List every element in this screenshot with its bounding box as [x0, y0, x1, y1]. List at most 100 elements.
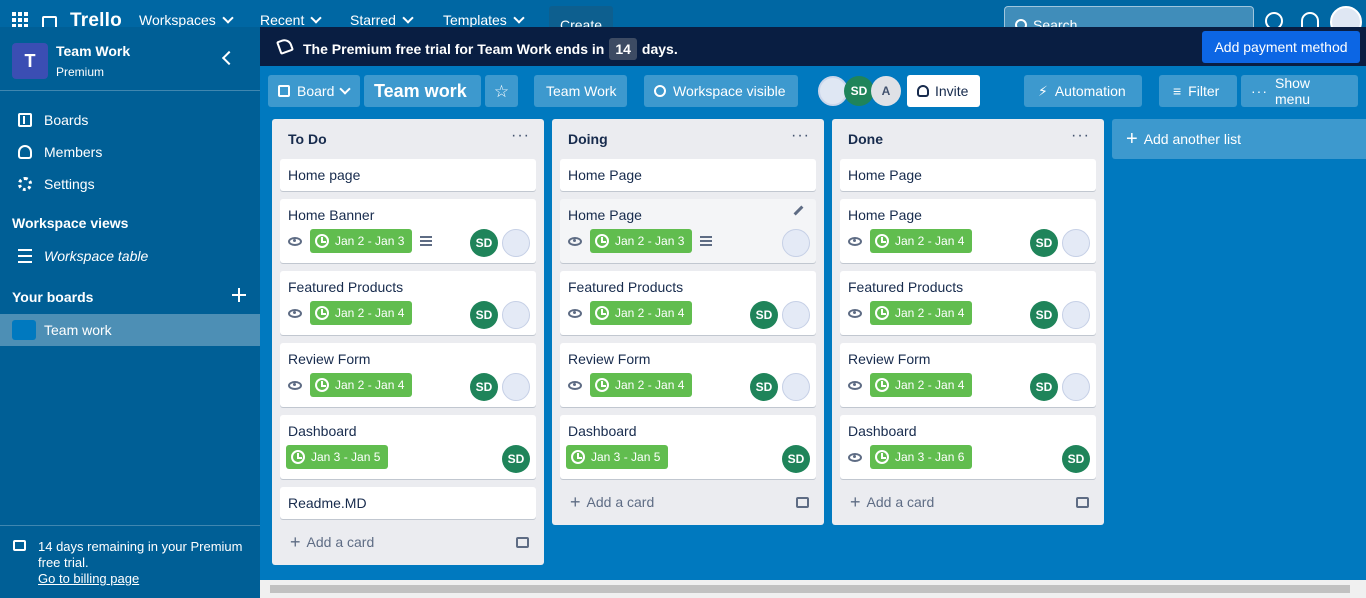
billing-link[interactable]: Go to billing page — [38, 571, 139, 587]
notifications-bell-icon[interactable] — [1301, 12, 1319, 27]
chevron-down-icon — [404, 12, 412, 27]
sidebar-item-workspace-table[interactable]: Workspace table — [0, 240, 260, 272]
card-home-page[interactable]: Home Page — [840, 159, 1096, 191]
member-avatar-sd[interactable]: SD — [470, 373, 498, 401]
filter-button[interactable]: ≡ Filter — [1159, 75, 1237, 107]
member-avatar-a[interactable]: A — [871, 76, 901, 106]
add-list-button[interactable]: + Add another list — [1112, 119, 1366, 159]
recent-menu[interactable]: Recent — [260, 12, 320, 27]
card-home-page-2[interactable]: Home Page Jan 2 - Jan 3 — [560, 199, 816, 263]
card-home-page[interactable]: Home page — [280, 159, 536, 191]
add-card-button[interactable]: + Add a card — [850, 493, 934, 511]
card-review-form[interactable]: Review Form Jan 2 - Jan 4 SD — [280, 343, 536, 407]
due-date-badge[interactable]: Jan 2 - Jan 3 — [590, 229, 693, 253]
info-icon[interactable] — [1265, 12, 1283, 27]
member-avatar-sd[interactable]: SD — [1030, 373, 1058, 401]
list-title[interactable]: Doing — [568, 131, 608, 147]
card-featured-products[interactable]: Featured Products Jan 2 - Jan 4 SD — [280, 271, 536, 335]
due-date-badge[interactable]: Jan 3 - Jan 5 — [286, 445, 389, 469]
list-done: Done ··· Home Page Home Page Jan 2 - Jan… — [832, 119, 1104, 525]
member-avatar[interactable] — [502, 301, 530, 329]
due-date-badge[interactable]: Jan 2 - Jan 3 — [310, 229, 413, 253]
due-date-badge[interactable]: Jan 2 - Jan 4 — [310, 373, 413, 397]
starred-menu[interactable]: Starred — [350, 12, 412, 27]
due-date-badge[interactable]: Jan 2 - Jan 4 — [310, 301, 413, 325]
add-card-button[interactable]: + Add a card — [290, 533, 374, 551]
due-date-badge[interactable]: Jan 3 - Jan 6 — [870, 445, 973, 469]
search-input[interactable]: Search — [1004, 6, 1254, 27]
member-avatar[interactable] — [1062, 373, 1090, 401]
member-avatar-sd[interactable]: SD — [1062, 445, 1090, 473]
due-date-badge[interactable]: Jan 2 - Jan 4 — [590, 373, 693, 397]
star-board-button[interactable]: ☆ — [485, 75, 518, 107]
board-view-switcher[interactable]: Board — [268, 75, 360, 107]
member-avatar-sd[interactable]: SD — [750, 373, 778, 401]
visibility-button[interactable]: Workspace visible — [644, 75, 798, 107]
invite-button[interactable]: Invite — [907, 75, 980, 107]
card-featured-products[interactable]: Featured Products Jan 2 - Jan 4 SD — [840, 271, 1096, 335]
sidebar-item-boards[interactable]: Boards — [0, 104, 260, 136]
add-card-button[interactable]: + Add a card — [570, 493, 654, 511]
list-title[interactable]: Done — [848, 131, 883, 147]
member-avatar[interactable] — [782, 229, 810, 257]
add-payment-button[interactable]: Add payment method — [1202, 31, 1360, 63]
due-date-badge[interactable]: Jan 2 - Jan 4 — [590, 301, 693, 325]
sidebar-board-team-work[interactable]: Team work — [0, 314, 260, 346]
list-title[interactable]: To Do — [288, 131, 327, 147]
card-template-icon[interactable] — [796, 497, 809, 508]
member-avatar[interactable] — [782, 373, 810, 401]
workspaces-menu[interactable]: Workspaces — [139, 12, 232, 27]
member-avatar[interactable] — [502, 373, 530, 401]
sidebar-item-settings[interactable]: Settings — [0, 168, 260, 200]
card-dashboard[interactable]: Dashboard Jan 3 - Jan 6 SD — [840, 415, 1096, 479]
due-date-badge[interactable]: Jan 3 - Jan 5 — [566, 445, 669, 469]
scrollbar-thumb[interactable] — [270, 585, 1350, 593]
card-featured-products[interactable]: Featured Products Jan 2 - Jan 4 SD — [560, 271, 816, 335]
member-avatar-sd[interactable]: SD — [470, 229, 498, 257]
plus-icon: + — [850, 492, 861, 512]
member-avatar[interactable] — [1062, 229, 1090, 257]
card-review-form[interactable]: Review Form Jan 2 - Jan 4 SD — [560, 343, 816, 407]
due-date-badge[interactable]: Jan 2 - Jan 4 — [870, 229, 973, 253]
member-avatar[interactable] — [782, 301, 810, 329]
card-home-banner[interactable]: Home Banner Jan 2 - Jan 3 SD — [280, 199, 536, 263]
card-home-page-2[interactable]: Home Page Jan 2 - Jan 4 SD — [840, 199, 1096, 263]
card-template-icon[interactable] — [1076, 497, 1089, 508]
card-dashboard[interactable]: Dashboard Jan 3 - Jan 5 SD — [560, 415, 816, 479]
workspace-name: Team Work — [56, 43, 131, 59]
edit-pencil-icon[interactable] — [793, 205, 804, 216]
add-board-icon[interactable] — [232, 288, 246, 302]
due-date-badge[interactable]: Jan 2 - Jan 4 — [870, 301, 973, 325]
horizontal-scrollbar[interactable] — [260, 580, 1366, 598]
account-avatar[interactable] — [1330, 6, 1362, 27]
list-menu-icon[interactable]: ··· — [511, 127, 530, 145]
board-title[interactable]: Team work — [364, 75, 481, 107]
templates-menu[interactable]: Templates — [443, 12, 523, 27]
list-menu-icon[interactable]: ··· — [1071, 127, 1090, 145]
member-avatar-sd[interactable]: SD — [782, 445, 810, 473]
card-readme[interactable]: Readme.MD — [280, 487, 536, 519]
app-switcher-icon[interactable] — [12, 12, 28, 27]
card-dashboard[interactable]: Dashboard Jan 3 - Jan 5 SD — [280, 415, 536, 479]
collapse-sidebar-icon[interactable] — [221, 50, 237, 66]
list-menu-icon[interactable]: ··· — [791, 127, 810, 145]
due-date-badge[interactable]: Jan 2 - Jan 4 — [870, 373, 973, 397]
member-avatar-sd[interactable]: SD — [1030, 301, 1058, 329]
workspace-button[interactable]: Team Work — [534, 75, 627, 107]
automation-button[interactable]: ⚡ Automation — [1024, 75, 1142, 107]
member-avatar[interactable] — [1062, 301, 1090, 329]
create-button[interactable]: Create — [549, 6, 613, 27]
member-avatar[interactable] — [502, 229, 530, 257]
sidebar-item-members[interactable]: Members — [0, 136, 260, 168]
card-review-form[interactable]: Review Form Jan 2 - Jan 4 SD — [840, 343, 1096, 407]
member-avatar-sd[interactable]: SD — [844, 76, 874, 106]
boards-icon — [18, 113, 32, 127]
member-avatar-sd[interactable]: SD — [502, 445, 530, 473]
card-home-page[interactable]: Home Page — [560, 159, 816, 191]
member-avatar-sd[interactable]: SD — [470, 301, 498, 329]
card-template-icon[interactable] — [516, 537, 529, 548]
member-avatar-sd[interactable]: SD — [1030, 229, 1058, 257]
member-avatar-sd[interactable]: SD — [750, 301, 778, 329]
trello-logo[interactable]: Trello — [42, 10, 122, 27]
show-menu-button[interactable]: ··· Show menu — [1241, 75, 1358, 107]
